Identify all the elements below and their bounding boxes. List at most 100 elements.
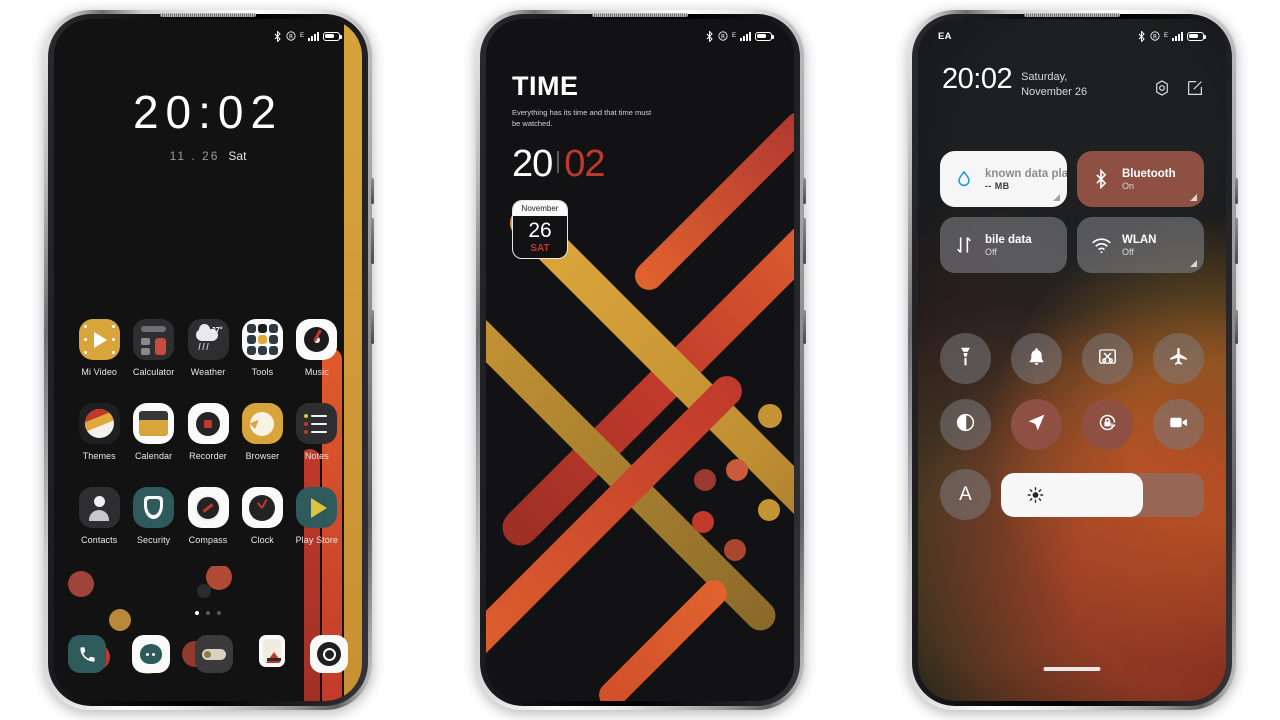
power-button-1[interactable] [371,310,374,344]
calendar-widget[interactable]: November 26 SAT [512,199,568,259]
home-indicator[interactable] [1043,667,1101,671]
toggle-icon[interactable] [195,635,233,673]
dark-mode-toggle[interactable] [940,399,991,450]
screen-1: R E 20:02 11 . 26 Sat Mi Video Calculato… [54,19,362,701]
contrast-icon [955,412,976,438]
ringer-toggle[interactable] [1011,333,1062,384]
tile-status: -- MB [985,180,1010,191]
calculator-icon [133,319,175,360]
app-label: Contacts [81,535,118,545]
volume-up-button-2[interactable] [803,178,806,204]
brightness-slider[interactable] [1001,472,1204,517]
app-tools[interactable]: Tools [235,319,289,377]
power-button-3[interactable] [1235,310,1238,344]
camera-icon[interactable] [310,635,348,673]
mobile-data-tile[interactable]: bile data Off [940,217,1067,273]
app-contacts[interactable]: Contacts [72,487,126,545]
network-type-label: E [731,33,736,39]
battery-icon [755,31,774,41]
tile-expand-corner[interactable] [1190,260,1197,267]
app-label: Calculator [132,367,175,377]
page-dot-1[interactable] [195,611,199,615]
screenshot-icon [1097,346,1118,372]
bluetooth-icon [1090,168,1112,190]
tile-expand-corner[interactable] [1190,194,1197,201]
screen-recorder-toggle[interactable] [1153,399,1204,450]
svg-text:R: R [1153,35,1157,41]
auto-brightness-button[interactable]: A [940,469,991,520]
app-label: Themes [82,451,116,461]
flashlight-toggle[interactable] [940,333,991,384]
airplane-toggle[interactable] [1153,333,1204,384]
app-clock[interactable]: Clock [235,487,289,545]
phone-icon[interactable] [68,635,106,673]
earpiece-speaker-1 [160,13,256,17]
carrier-label: EA [938,30,952,42]
volume-up-button-1[interactable] [371,178,374,204]
page-indicator[interactable] [54,611,362,615]
battery-icon [1187,31,1206,41]
battery-icon [323,31,342,41]
app-music[interactable]: Music [290,319,344,377]
app-mi-video[interactable]: Mi Video [72,319,126,377]
clock-separator [557,150,560,173]
header-actions [1153,65,1204,97]
volume-down-button-2[interactable] [803,218,806,264]
control-center-header: 20:02 Saturday, November 26 [942,65,1204,100]
gallery-icon[interactable] [258,635,285,667]
brightness-slider-fill [1001,472,1144,517]
app-themes[interactable]: Themes [72,403,126,461]
app-calculator[interactable]: Calculator [126,319,180,377]
wallpaper-dot [726,459,748,481]
app-play-store[interactable]: Play Store [290,487,344,545]
home-clock-widget: 20:02 11 . 26 Sat [54,89,362,163]
data-usage-tile[interactable]: known data pla -- MB [940,151,1067,207]
lockscreen-widget: TIME Everything has its time and that ti… [512,71,652,259]
bluetooth-tile[interactable]: Bluetooth On [1077,151,1204,207]
app-notes[interactable]: Notes [290,403,344,461]
network-type-label: E [299,33,304,39]
bluetooth-icon [274,30,282,42]
volume-up-button-3[interactable] [1235,178,1238,204]
status-bar-1: R E [54,19,362,53]
edit-icon[interactable] [1186,79,1204,97]
bluetooth-icon [706,30,714,42]
volume-down-button-3[interactable] [1235,218,1238,264]
app-compass[interactable]: Compass [181,487,235,545]
rotation-lock-icon [1097,412,1118,438]
screenshot-stage: R E 20:02 11 . 26 Sat Mi Video Calculato… [0,0,1280,720]
app-security[interactable]: Security [126,487,180,545]
tile-title: bile data [985,233,1032,246]
data-arrows-icon [953,234,975,256]
wallpaper-dot [758,499,780,521]
app-recorder[interactable]: Recorder [181,403,235,461]
wlan-tile[interactable]: WLAN Off [1077,217,1204,273]
tile-expand-corner[interactable] [1053,194,1060,201]
volume-down-button-1[interactable] [371,218,374,264]
screenshot-toggle[interactable] [1082,333,1133,384]
page-dot-2[interactable] [206,611,210,615]
wifi-icon [1090,234,1112,256]
tile-title: WLAN [1122,233,1157,246]
app-browser[interactable]: Browser [235,403,289,461]
location-toggle[interactable] [1011,399,1062,450]
rotation-lock-toggle[interactable] [1082,399,1133,450]
roaming-icon: R [286,31,296,41]
gear-icon[interactable] [1153,79,1171,97]
tile-title: Bluetooth [1122,167,1176,180]
tile-status: Off [985,246,997,257]
lockscreen-minutes: 02 [564,142,605,185]
page-dot-3[interactable] [217,611,221,615]
svg-text:R: R [721,35,725,41]
app-weather[interactable]: 27° Weather [181,319,235,377]
app-calendar[interactable]: Calendar [126,403,180,461]
home-clock-time: 20:02 [132,86,284,138]
phone-home-screen: R E 20:02 11 . 26 Sat Mi Video Calculato… [44,10,374,710]
weather-temp: 27° [211,327,223,334]
tile-status: Off [1122,246,1134,257]
earpiece-speaker-2 [592,13,688,17]
app-label: Browser [245,451,280,461]
screen-2: R E TIME Everything has its time and tha… [486,19,794,701]
message-bubble-icon[interactable] [131,635,170,673]
power-button-2[interactable] [803,310,806,344]
